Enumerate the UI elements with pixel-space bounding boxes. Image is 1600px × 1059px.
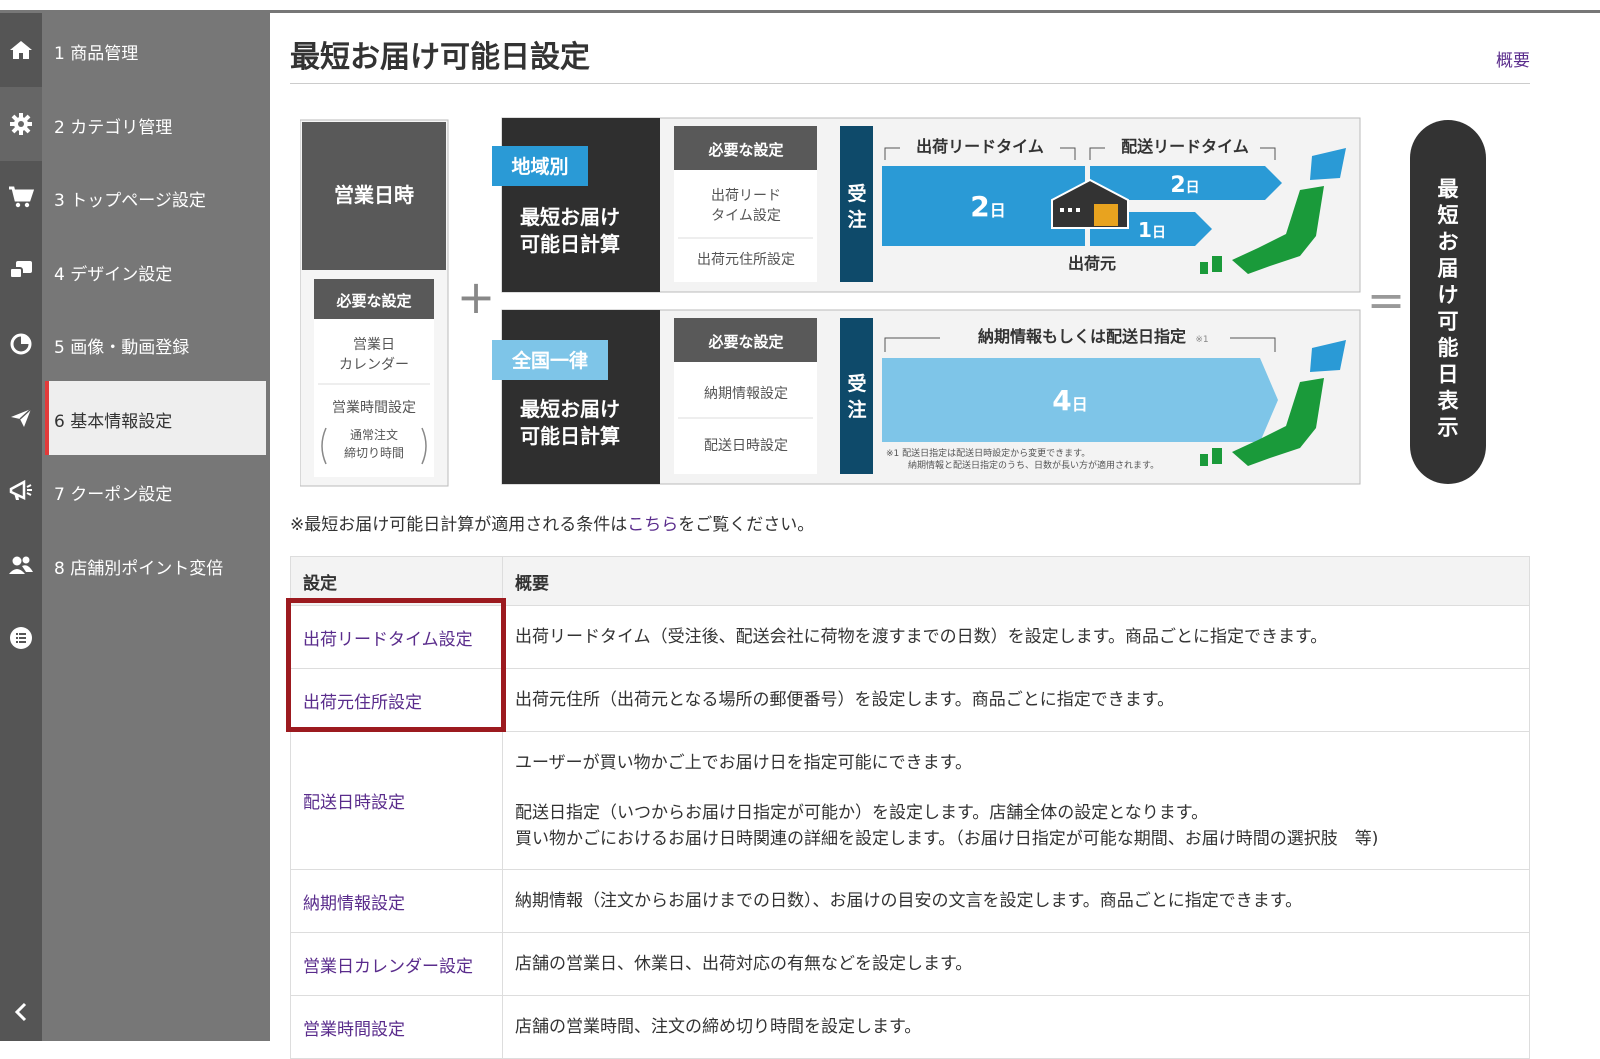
setting-description: 出荷元住所（出荷元となる場所の郵便番号）を設定します。商品ごとに指定できます。 [515,690,1175,710]
order-label-1: 受 [847,372,866,395]
req-cutoff-2: 締切り時間 [344,445,404,460]
business-hours-box: 営業日時 必要な設定 営業日 カレンダー 営業時間設定 通常注文 締切り時間 [300,119,449,487]
table-row: 営業日カレンダー設定 店舗の営業日、休業日、出荷対応の有無などを設定します。 [290,932,1530,996]
sidebar-item-basic-info[interactable]: 6 基本情報設定 [0,381,270,455]
setting-link-delivery-datetime[interactable]: 配送日時設定 [303,793,405,813]
req-delivery-date: 配送日時設定 [704,438,788,454]
req-business-calendar-2: カレンダー [339,357,409,373]
required-label: 必要な設定 [707,141,783,159]
sidebar-item-label: 5 画像・動画登録 [54,338,190,358]
list-icon [0,601,42,675]
note-mark: ※1 [1195,335,1208,345]
page-title: 最短お届け可能日設定 [290,40,590,75]
required-label: 必要な設定 [335,292,411,310]
sidebar-item-design[interactable]: 4 デザイン設定 [0,234,270,308]
column-header-summary: 概要 [502,556,1530,606]
megaphone-icon [0,454,42,528]
req-ship-origin: 出荷元住所設定 [697,252,795,268]
summary-link[interactable]: 概要 [1496,46,1530,71]
sidebar-collapse-button[interactable] [10,1000,32,1024]
condition-note: ※最短お届け可能日計算が適用される条件はこちらをご覧ください。 [290,515,815,535]
origin-label: 出荷元 [1068,254,1116,273]
setting-description: ユーザーが買い物かご上でお届け日を指定可能にできます。 [515,752,972,773]
order-label-2: 注 [847,398,866,421]
home-icon [0,13,42,87]
regional-tag: 地域別 [511,155,568,178]
sidebar-item-points[interactable]: 8 店舗別ポイント変倍 [0,528,270,602]
table-row: 出荷元住所設定 出荷元住所（出荷元となる場所の郵便番号）を設定します。商品ごとに… [290,668,1530,732]
title-divider [290,83,1530,84]
calc-label-1: 最短お届け [520,397,620,421]
sidebar-item-label: 4 デザイン設定 [54,265,173,285]
sidebar-item-label: 2 カテゴリ管理 [54,118,173,138]
setting-link-business-calendar[interactable]: 営業日カレンダー設定 [303,957,473,977]
delivery-info-label: 納期情報もしくは配送日指定 [978,327,1186,346]
result-pill: 最短お届け可能日表示 [1410,120,1486,484]
setting-description: 買い物かごにおけるお届け日時関連の詳細を設定します。（お届け日指定が可能な期間、… [515,828,1379,849]
regional-row: 地域別 最短お届け 可能日計算 必要な設定 出荷リード タイム設定 出荷元住所設… [492,117,1361,293]
ship-lead-label: 出荷リードタイム [916,137,1044,156]
order-label-2: 注 [847,208,866,231]
sidebar-item-more[interactable] [0,601,270,675]
sidebar-item-toppage[interactable]: 3 トップページ設定 [0,160,270,234]
sidebar-item-product[interactable]: 1 商品管理 [0,13,270,87]
footnote-2: 納期情報と配送日指定のうち、日数が長い方が適用されます。 [908,459,1159,471]
delivery-diagram: 営業日時 必要な設定 営業日 カレンダー 営業時間設定 通常注文 締切り時間 +… [300,117,1486,487]
sidebar-item-label: 7 クーポン設定 [54,485,173,505]
sidebar-item-category[interactable]: 2 カテゴリ管理 [0,87,270,161]
sidebar-item-media[interactable]: 5 画像・動画登録 [0,307,270,381]
setting-description: 配送日指定（いつからお届け日指定が可能か）を設定します。店舗全体の設定となります… [515,802,1209,823]
table-row: 出荷リードタイム設定 出荷リードタイム（受注後、配送会社に荷物を渡すまでの日数）… [290,605,1530,669]
setting-description: 店舗の営業日、休業日、出荷対応の有無などを設定します。 [515,954,973,974]
footnote-1: ※1 配送日指定は配送日時設定から変更できます。 [886,447,1090,459]
setting-link-ship-lead-time[interactable]: 出荷リードタイム設定 [303,630,473,650]
req-ship-lead-1: 出荷リード [711,188,781,204]
req-business-hours: 営業時間設定 [332,400,416,416]
calc-label-2: 可能日計算 [520,424,620,448]
sidebar-item-label: 3 トップページ設定 [54,191,206,211]
paper-plane-icon [0,381,42,455]
column-header-setting: 設定 [290,556,503,606]
table-row: 営業時間設定 店舗の営業時間、注文の締め切り時間を設定します。 [290,995,1530,1059]
calc-label-2: 可能日計算 [520,232,620,256]
setting-link-business-hours[interactable]: 営業時間設定 [303,1020,405,1040]
req-business-calendar-1: 営業日 [353,337,395,353]
plus-sign: + [457,270,496,324]
sidebar-item-label: 6 基本情報設定 [54,412,173,432]
setting-description: 店舗の営業時間、注文の締め切り時間を設定します。 [515,1017,922,1037]
sidebar-item-label: 8 店舗別ポイント変倍 [54,559,224,579]
nationwide-tag: 全国一律 [511,349,588,372]
design-icon [0,234,42,308]
required-label: 必要な設定 [707,333,783,351]
req-ship-lead-2: タイム設定 [711,208,781,224]
table-header-row: 設定 概要 [290,556,1530,606]
setting-link-delivery-info[interactable]: 納期情報設定 [303,894,405,914]
equals-sign: = [1367,273,1406,327]
nationwide-row: 全国一律 最短お届け 可能日計算 必要な設定 納期情報設定 配送日時設定 受 注… [492,309,1361,485]
condition-link[interactable]: こちら [627,515,678,535]
gear-icon [0,87,42,161]
users-icon [0,528,42,602]
settings-table: 設定 概要 出荷リードタイム設定 出荷リードタイム（受注後、配送会社に荷物を渡す… [290,556,1530,1059]
setting-description: 納期情報（注文からお届けまでの日数）、お届けの目安の文言を設定します。商品ごとに… [515,891,1303,911]
cart-icon [0,160,42,234]
chevron-left-icon [14,1002,27,1022]
delivery-lead-label: 配送リードタイム [1121,137,1249,156]
calc-label-1: 最短お届け [520,205,620,229]
sidebar-item-coupon[interactable]: 7 クーポン設定 [0,454,270,528]
req-cutoff-1: 通常注文 [350,427,398,442]
setting-link-ship-origin[interactable]: 出荷元住所設定 [303,693,422,713]
table-row: 配送日時設定 ユーザーが買い物かご上でお届け日を指定可能にできます。 配送日指定… [290,731,1530,870]
business-hours-title: 営業日時 [334,183,414,207]
setting-description: 出荷リードタイム（受注後、配送会社に荷物を渡すまでの日数）を設定します。商品ごと… [515,627,1328,647]
table-row: 納期情報設定 納期情報（注文からお届けまでの日数）、お届けの目安の文言を設定しま… [290,869,1530,933]
pie-icon [0,307,42,381]
sidebar-item-label: 1 商品管理 [54,44,139,64]
order-label-1: 受 [847,182,866,205]
req-delivery-info: 納期情報設定 [704,386,788,402]
